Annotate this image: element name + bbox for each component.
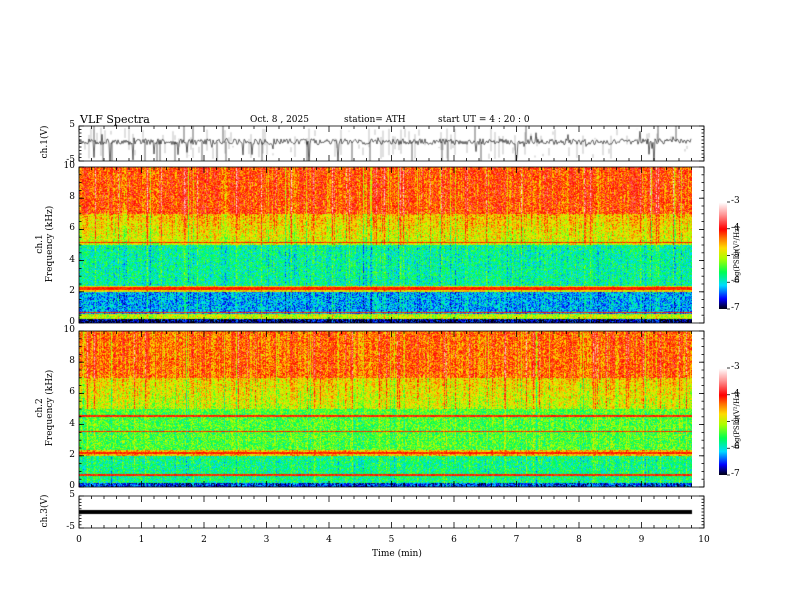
ch1-spectrogram-ytick-label: 4 bbox=[69, 254, 75, 265]
ch1-spectrogram-ytick-label: 8 bbox=[69, 192, 75, 203]
ch1-waveform-ytick-label: 5 bbox=[69, 120, 75, 130]
ch2-spectrogram-ytick-label: 4 bbox=[69, 418, 75, 429]
ch2-spectrogram-ytick-label: 10 bbox=[63, 325, 75, 335]
x-axis-label: Time (min) bbox=[372, 549, 422, 559]
colorbar-tick-label: -3 bbox=[731, 196, 740, 206]
colorbar-tick-label: -6 bbox=[731, 442, 740, 453]
ch3-waveform-ylabel: ch.3(V) bbox=[40, 494, 50, 528]
x-tick-label: 8 bbox=[576, 535, 582, 545]
ch1-spectrogram-ytick-label: 2 bbox=[69, 285, 75, 296]
ch2-spectrogram-frame bbox=[78, 330, 705, 488]
colorbar-tick-label: -4 bbox=[731, 222, 740, 233]
x-tick-label: 4 bbox=[326, 535, 332, 545]
ch3-waveform-ytick-label: -5 bbox=[66, 522, 75, 532]
frequency-label: Frequency (kHz) bbox=[45, 205, 55, 283]
colorbar-tick-label: -7 bbox=[731, 469, 740, 479]
x-tick-label: 7 bbox=[513, 535, 520, 545]
ch1-spectrogram-ytick-label: 6 bbox=[69, 223, 75, 234]
colorbar-tick-label: -3 bbox=[731, 362, 740, 372]
axes-layer bbox=[78, 125, 730, 529]
x-tick-label: 1 bbox=[138, 535, 145, 545]
x-tick-label: 0 bbox=[76, 535, 82, 545]
ch2-spectrogram-ylabel: ch.2 Frequency (kHz) bbox=[35, 358, 55, 458]
ch2-spectrogram-ytick-label: 2 bbox=[69, 449, 75, 460]
ch2-label: ch.2 bbox=[35, 398, 45, 418]
ch2-spectrogram-ytick-label: 6 bbox=[69, 387, 75, 398]
frequency-label: Frequency (kHz) bbox=[45, 369, 55, 447]
ch1-spectrogram-frame bbox=[78, 166, 705, 324]
ch1-waveform-ylabel: ch.1(V) bbox=[40, 125, 50, 159]
colorbar-tick-label: -5 bbox=[731, 415, 740, 426]
colorbar-tick-label: -4 bbox=[731, 388, 740, 399]
x-tick-label: 10 bbox=[698, 535, 710, 545]
x-tick-label: 5 bbox=[388, 535, 395, 545]
vlf-spectra-figure: VLF Spectra Oct. 8 , 2025 station= ATH s… bbox=[0, 0, 792, 612]
ch1-spectrogram-ytick-label: 10 bbox=[63, 161, 75, 171]
colorbar-tick-label: -7 bbox=[731, 303, 740, 313]
x-tick-label: 2 bbox=[201, 535, 207, 545]
colorbar-tick-label: -6 bbox=[731, 276, 740, 287]
x-tick-label: 6 bbox=[451, 535, 457, 545]
colorbar-tick-label: -5 bbox=[731, 249, 740, 260]
ch1-spectrogram-ylabel: ch.1 Frequency (kHz) bbox=[35, 194, 55, 294]
ch3-waveform-ytick-label: 5 bbox=[69, 490, 75, 500]
x-tick-label: 3 bbox=[263, 535, 270, 545]
ch1-label: ch.1 bbox=[35, 234, 45, 254]
x-tick-label: 9 bbox=[638, 535, 645, 545]
ch2-spectrogram-ytick-label: 8 bbox=[69, 356, 75, 367]
